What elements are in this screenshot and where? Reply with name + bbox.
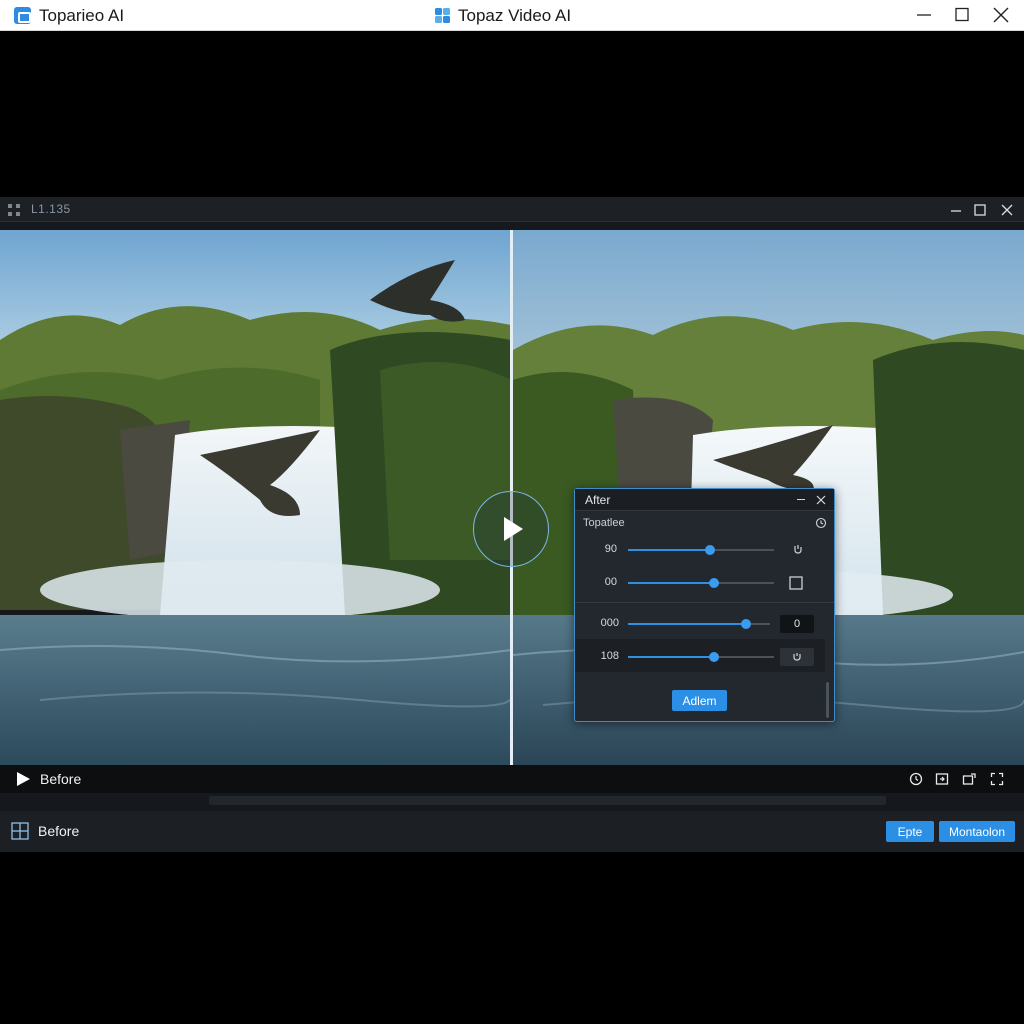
preview-title: L1.135: [31, 202, 71, 216]
slider-value: 00: [604, 576, 617, 588]
primary-action-button[interactable]: Montaolon: [939, 821, 1015, 842]
apply-button[interactable]: Adlem: [672, 690, 727, 711]
before-pane: [0, 230, 511, 765]
slider-knob[interactable]: [709, 652, 719, 662]
value-box[interactable]: 0: [780, 615, 814, 633]
view-mode-label: Before: [38, 823, 80, 839]
link-box[interactable]: [780, 648, 814, 666]
slider-value: 000: [600, 617, 619, 629]
grid-icon: [8, 204, 20, 216]
slider-knob[interactable]: [709, 578, 719, 588]
minimize-icon: [917, 14, 931, 16]
timeline-scrubber[interactable]: [209, 796, 886, 805]
snapshot-icon[interactable]: [962, 772, 976, 786]
link-icon[interactable]: [791, 543, 805, 557]
transport-label: Before: [40, 771, 82, 787]
transport-bar: Before: [0, 765, 1024, 793]
close-button[interactable]: [982, 0, 1020, 30]
preview-maximize-icon[interactable]: [971, 201, 989, 219]
panel-close-icon[interactable]: [815, 494, 827, 506]
panel-section-label: Topatlee: [583, 517, 625, 529]
link-icon: [793, 653, 801, 661]
slider-track[interactable]: [628, 652, 774, 662]
app-titlebar: Toparieo AI Topaz Video AI: [0, 0, 1024, 31]
slider-fill: [628, 656, 714, 658]
bottom-toolbar: Before Epte Montaolon: [0, 811, 1024, 852]
clock-icon[interactable]: [909, 772, 923, 786]
checkbox[interactable]: [789, 576, 803, 590]
slider-knob[interactable]: [705, 545, 715, 555]
app-title: Toparieo AI: [39, 6, 125, 25]
slider-fill: [628, 623, 746, 625]
slider-value: 108: [600, 650, 619, 662]
play-button[interactable]: [17, 772, 30, 786]
slider-row: 108: [575, 644, 834, 670]
preview-minimize-icon[interactable]: [947, 201, 965, 219]
slider-knob[interactable]: [741, 619, 751, 629]
panel-scrollbar[interactable]: [826, 682, 829, 718]
play-overlay-button[interactable]: [473, 491, 549, 567]
preview-close-icon[interactable]: [998, 201, 1016, 219]
timeline: [0, 793, 1024, 808]
close-icon: [993, 7, 1009, 23]
slider-track[interactable]: [628, 619, 770, 629]
panel-title: After: [585, 493, 611, 507]
slider-track[interactable]: [628, 545, 774, 555]
slider-row: 000 0: [575, 611, 834, 637]
panel-divider: [575, 602, 834, 603]
app-icon: [14, 7, 31, 24]
preview-titlebar: L1.135: [0, 197, 1024, 222]
minimize-button[interactable]: [905, 0, 943, 30]
panel-minimize-icon[interactable]: [797, 499, 805, 500]
slider-fill: [628, 549, 710, 551]
topaz-logo-icon: [435, 8, 450, 23]
maximize-button[interactable]: [943, 0, 981, 30]
clock-icon[interactable]: [815, 517, 827, 529]
after-settings-panel: After Topatlee 90 00 000 0 108 Adlem: [574, 488, 835, 722]
layout-icon[interactable]: [11, 822, 29, 840]
fullscreen-icon[interactable]: [990, 772, 1004, 786]
secondary-action-button[interactable]: Epte: [886, 821, 934, 842]
panel-header: After: [575, 489, 834, 511]
slider-track[interactable]: [628, 578, 774, 588]
window-title-text: Topaz Video AI: [458, 6, 572, 25]
slider-value: 90: [604, 543, 617, 555]
export-frame-icon[interactable]: [935, 772, 949, 786]
maximize-icon: [955, 7, 969, 22]
slider-row: 00: [575, 570, 834, 596]
slider-fill: [628, 582, 714, 584]
play-icon: [504, 517, 523, 541]
slider-row: 90: [575, 537, 834, 563]
before-frame: [0, 230, 511, 765]
